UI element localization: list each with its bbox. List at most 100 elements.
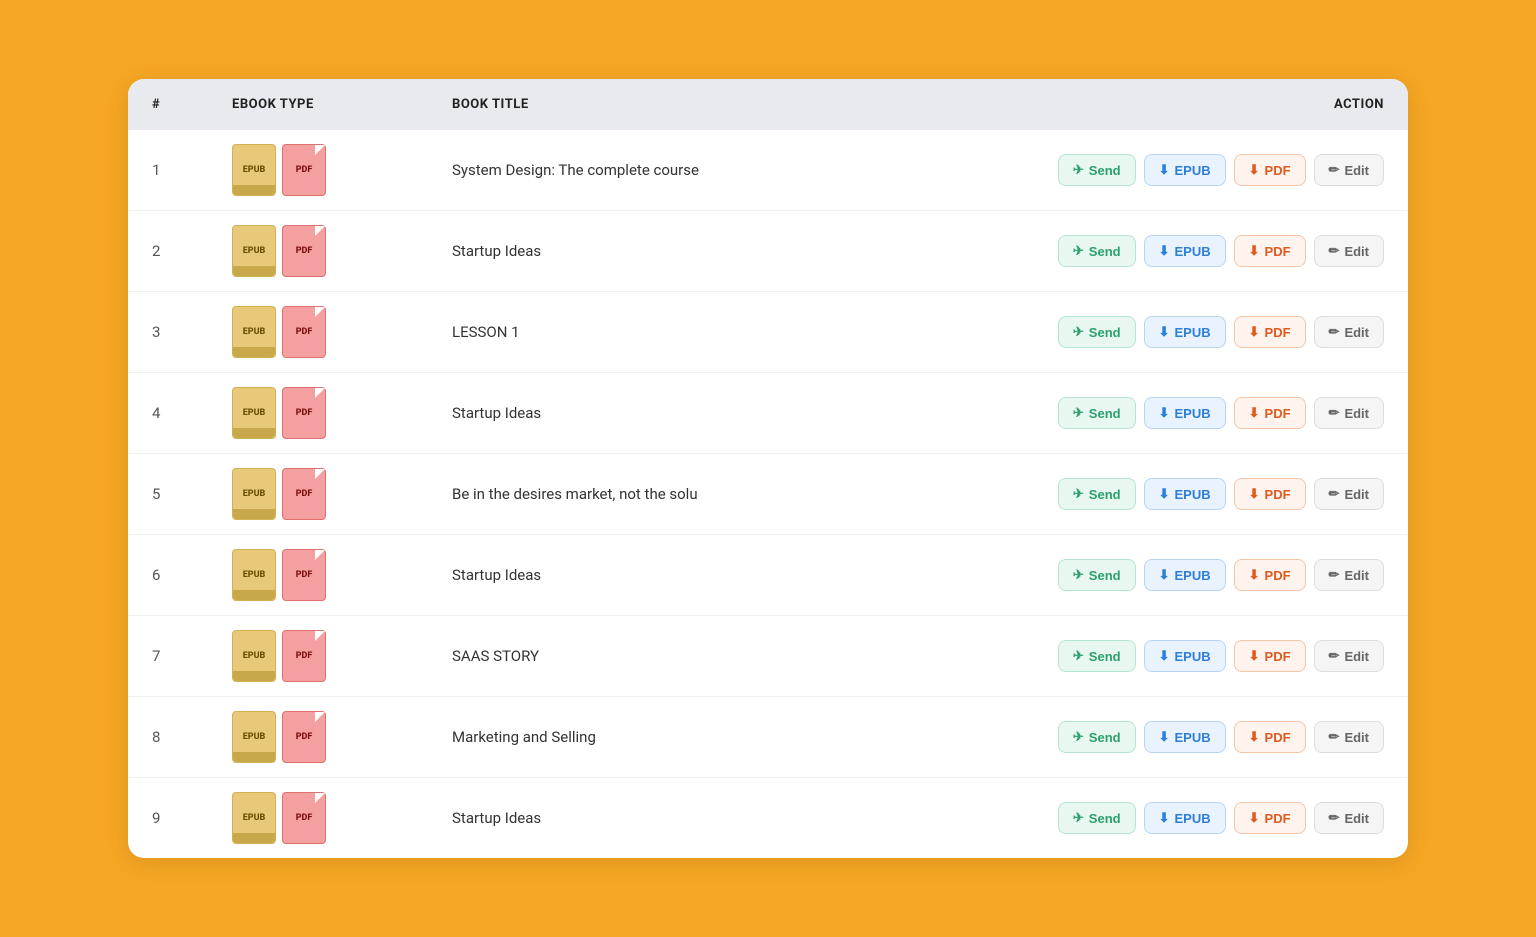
pdf-button[interactable]: ⬇ PDF	[1234, 721, 1306, 753]
send-button[interactable]: ✈ Send	[1058, 802, 1136, 834]
send-icon: ✈	[1073, 324, 1084, 340]
download-pdf-icon: ⬇	[1249, 405, 1260, 421]
download-pdf-icon: ⬇	[1249, 729, 1260, 745]
download-epub-icon: ⬇	[1159, 567, 1170, 583]
send-button[interactable]: ✈ Send	[1058, 478, 1136, 510]
send-icon: ✈	[1073, 243, 1084, 259]
ebook-table: # EBOOK TYPE BOOK TITLE ACTION 1 EPUB PD…	[128, 79, 1408, 858]
epub-button[interactable]: ⬇ EPUB	[1144, 154, 1226, 186]
table-row: 1 EPUB PDF System Design: The complete c…	[128, 130, 1408, 211]
ebook-type-icons: EPUB PDF	[232, 468, 452, 520]
table-row: 5 EPUB PDF Be in the desires market, not…	[128, 454, 1408, 535]
ebook-type-icons: EPUB PDF	[232, 387, 452, 439]
ebook-type-icons: EPUB PDF	[232, 549, 452, 601]
edit-button[interactable]: ✏ Edit	[1314, 235, 1384, 267]
edit-button[interactable]: ✏ Edit	[1314, 397, 1384, 429]
epub-button[interactable]: ⬇ EPUB	[1144, 397, 1226, 429]
table-row: 8 EPUB PDF Marketing and Selling ✈ Send …	[128, 697, 1408, 778]
ebook-type-icons: EPUB PDF	[232, 711, 452, 763]
send-button[interactable]: ✈ Send	[1058, 235, 1136, 267]
download-epub-icon: ⬇	[1159, 486, 1170, 502]
edit-button[interactable]: ✏ Edit	[1314, 154, 1384, 186]
pdf-button[interactable]: ⬇ PDF	[1234, 802, 1306, 834]
epub-button[interactable]: ⬇ EPUB	[1144, 640, 1226, 672]
download-pdf-icon: ⬇	[1249, 648, 1260, 664]
epub-button[interactable]: ⬇ EPUB	[1144, 559, 1226, 591]
book-title: Startup Ideas	[452, 242, 1024, 260]
send-button[interactable]: ✈ Send	[1058, 640, 1136, 672]
row-number: 7	[152, 647, 232, 665]
col-action: ACTION	[1024, 97, 1384, 112]
epub-button[interactable]: ⬇ EPUB	[1144, 721, 1226, 753]
book-title: Startup Ideas	[452, 566, 1024, 584]
book-title: Marketing and Selling	[452, 728, 1024, 746]
book-title: Startup Ideas	[452, 404, 1024, 422]
edit-icon: ✏	[1329, 162, 1340, 178]
action-buttons: ✈ Send ⬇ EPUB ⬇ PDF ✏ Edit	[1024, 235, 1384, 267]
book-title: Startup Ideas	[452, 809, 1024, 827]
download-epub-icon: ⬇	[1159, 162, 1170, 178]
row-number: 8	[152, 728, 232, 746]
pdf-icon: PDF	[282, 225, 326, 277]
epub-icon: EPUB	[232, 792, 276, 844]
col-number: #	[152, 97, 232, 112]
send-icon: ✈	[1073, 162, 1084, 178]
edit-button[interactable]: ✏ Edit	[1314, 478, 1384, 510]
pdf-button[interactable]: ⬇ PDF	[1234, 235, 1306, 267]
row-number: 5	[152, 485, 232, 503]
edit-icon: ✏	[1329, 648, 1340, 664]
pdf-button[interactable]: ⬇ PDF	[1234, 640, 1306, 672]
edit-button[interactable]: ✏ Edit	[1314, 721, 1384, 753]
download-pdf-icon: ⬇	[1249, 162, 1260, 178]
epub-icon: EPUB	[232, 144, 276, 196]
pdf-button[interactable]: ⬇ PDF	[1234, 316, 1306, 348]
pdf-button[interactable]: ⬇ PDF	[1234, 478, 1306, 510]
ebook-type-icons: EPUB PDF	[232, 630, 452, 682]
pdf-icon: PDF	[282, 630, 326, 682]
epub-button[interactable]: ⬇ EPUB	[1144, 235, 1226, 267]
send-icon: ✈	[1073, 729, 1084, 745]
table-row: 3 EPUB PDF LESSON 1 ✈ Send ⬇ EPUB ⬇ PDF	[128, 292, 1408, 373]
pdf-icon: PDF	[282, 711, 326, 763]
ebook-type-icons: EPUB PDF	[232, 306, 452, 358]
epub-button[interactable]: ⬇ EPUB	[1144, 802, 1226, 834]
send-icon: ✈	[1073, 648, 1084, 664]
send-button[interactable]: ✈ Send	[1058, 559, 1136, 591]
edit-icon: ✏	[1329, 324, 1340, 340]
epub-icon: EPUB	[232, 468, 276, 520]
send-button[interactable]: ✈ Send	[1058, 154, 1136, 186]
table-row: 6 EPUB PDF Startup Ideas ✈ Send ⬇ EPUB ⬇…	[128, 535, 1408, 616]
row-number: 1	[152, 161, 232, 179]
epub-button[interactable]: ⬇ EPUB	[1144, 316, 1226, 348]
edit-button[interactable]: ✏ Edit	[1314, 559, 1384, 591]
row-number: 9	[152, 809, 232, 827]
pdf-button[interactable]: ⬇ PDF	[1234, 559, 1306, 591]
table-header: # EBOOK TYPE BOOK TITLE ACTION	[128, 79, 1408, 130]
download-pdf-icon: ⬇	[1249, 810, 1260, 826]
send-button[interactable]: ✈ Send	[1058, 721, 1136, 753]
send-button[interactable]: ✈ Send	[1058, 397, 1136, 429]
edit-icon: ✏	[1329, 405, 1340, 421]
col-book-title: BOOK TITLE	[452, 97, 1024, 112]
epub-button[interactable]: ⬇ EPUB	[1144, 478, 1226, 510]
download-epub-icon: ⬇	[1159, 810, 1170, 826]
ebook-type-icons: EPUB PDF	[232, 792, 452, 844]
edit-button[interactable]: ✏ Edit	[1314, 640, 1384, 672]
download-epub-icon: ⬇	[1159, 405, 1170, 421]
send-button[interactable]: ✈ Send	[1058, 316, 1136, 348]
pdf-button[interactable]: ⬇ PDF	[1234, 154, 1306, 186]
action-buttons: ✈ Send ⬇ EPUB ⬇ PDF ✏ Edit	[1024, 559, 1384, 591]
pdf-icon: PDF	[282, 549, 326, 601]
epub-icon: EPUB	[232, 549, 276, 601]
send-icon: ✈	[1073, 405, 1084, 421]
epub-icon: EPUB	[232, 306, 276, 358]
pdf-button[interactable]: ⬇ PDF	[1234, 397, 1306, 429]
table-row: 9 EPUB PDF Startup Ideas ✈ Send ⬇ EPUB ⬇…	[128, 778, 1408, 858]
action-buttons: ✈ Send ⬇ EPUB ⬇ PDF ✏ Edit	[1024, 316, 1384, 348]
edit-button[interactable]: ✏ Edit	[1314, 802, 1384, 834]
action-buttons: ✈ Send ⬇ EPUB ⬇ PDF ✏ Edit	[1024, 721, 1384, 753]
edit-icon: ✏	[1329, 810, 1340, 826]
download-epub-icon: ⬇	[1159, 729, 1170, 745]
send-icon: ✈	[1073, 486, 1084, 502]
edit-button[interactable]: ✏ Edit	[1314, 316, 1384, 348]
